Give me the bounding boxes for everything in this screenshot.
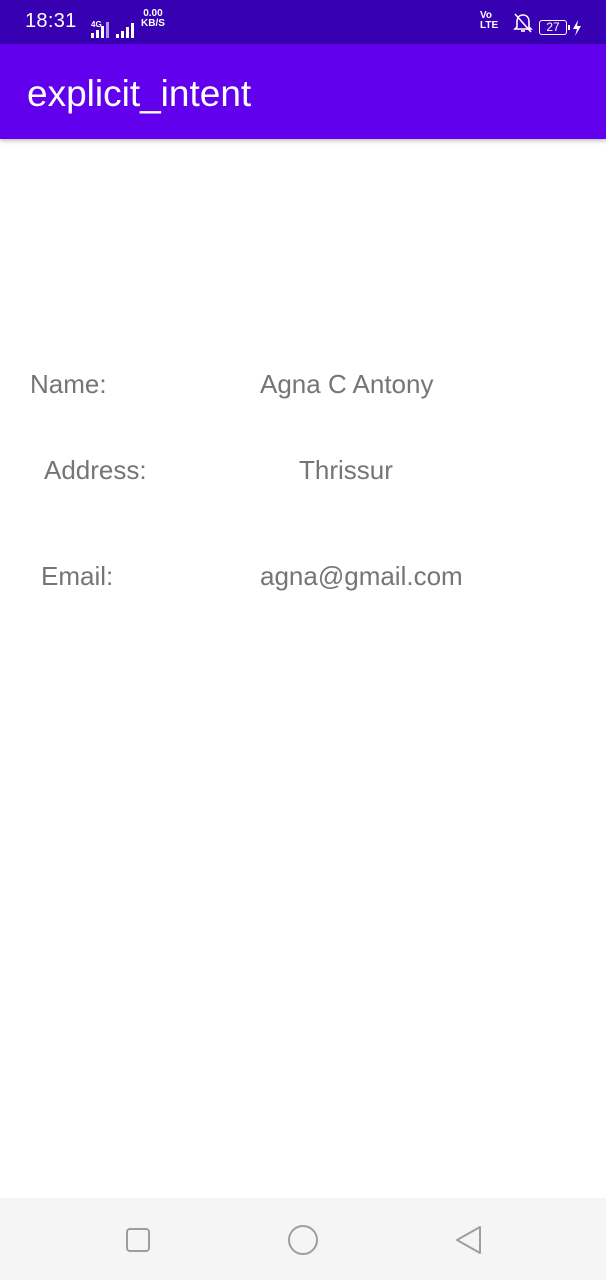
address-label: Address: bbox=[44, 455, 147, 485]
volte-bottom: LTE bbox=[480, 20, 499, 31]
email-value: agna@gmail.com bbox=[260, 561, 463, 591]
battery-icon: 27 bbox=[539, 20, 567, 35]
charging-icon bbox=[573, 20, 581, 36]
status-bar: 18:31 4G 0.00 KB/S Vo LTE 27 bbox=[0, 0, 606, 44]
app-bar: explicit_intent bbox=[0, 44, 606, 139]
navigation-bar bbox=[0, 1198, 606, 1280]
network-speed: 0.00 KB/S bbox=[141, 9, 165, 29]
home-icon bbox=[288, 1225, 318, 1255]
back-button[interactable] bbox=[448, 1220, 488, 1260]
app-title: explicit_intent bbox=[27, 73, 252, 114]
volte-indicator: Vo LTE bbox=[480, 11, 498, 31]
home-button[interactable] bbox=[283, 1220, 323, 1260]
recent-apps-button[interactable] bbox=[118, 1220, 158, 1260]
recent-apps-icon bbox=[126, 1228, 150, 1252]
network-type-label: 4G bbox=[91, 20, 102, 29]
speed-unit: KB/S bbox=[141, 18, 165, 29]
name-value: Agna C Antony bbox=[260, 369, 434, 399]
address-value: Thrissur bbox=[299, 455, 393, 485]
status-time: 18:31 bbox=[25, 10, 77, 32]
back-icon bbox=[456, 1226, 481, 1254]
signal-icon bbox=[116, 23, 134, 38]
battery-tip bbox=[568, 25, 570, 30]
battery-level: 27 bbox=[546, 20, 560, 34]
name-label: Name: bbox=[30, 369, 107, 399]
bell-muted-icon bbox=[513, 13, 533, 33]
email-label: Email: bbox=[41, 561, 114, 591]
